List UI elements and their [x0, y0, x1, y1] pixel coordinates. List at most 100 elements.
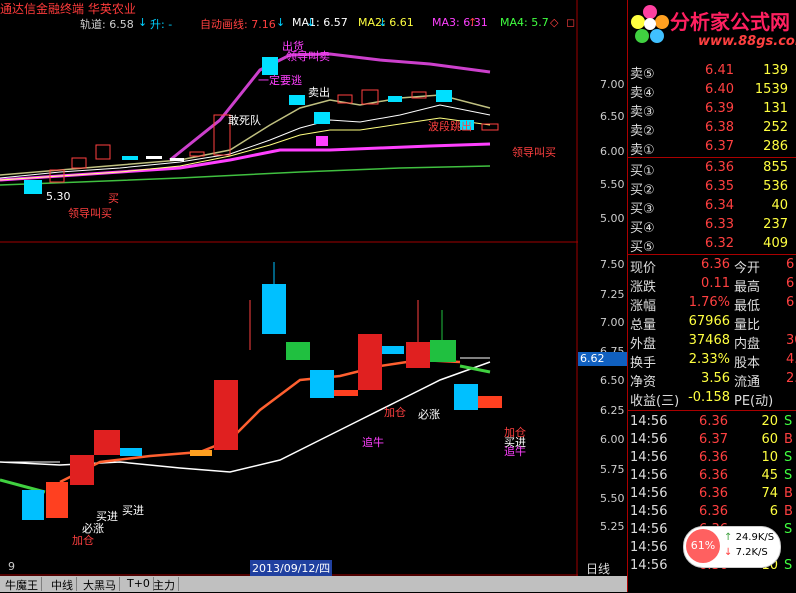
- trade-volume: 10: [761, 450, 778, 465]
- quote-row: 总量 67966 量比: [628, 313, 796, 333]
- buy-row[interactable]: 买① 6.36 855: [628, 159, 796, 179]
- quote-value: 1.76%: [688, 295, 730, 310]
- quote-label2: 内盘: [734, 337, 761, 352]
- net-up: ↑ 24.9K/S: [724, 532, 774, 543]
- buy-row[interactable]: 买② 6.35 536: [628, 178, 796, 198]
- tab-niumowang[interactable]: 牛魔王: [2, 577, 42, 592]
- quote-label2: 股本: [734, 356, 761, 371]
- trade-time: 14:56: [630, 504, 668, 519]
- y-tick-lower: 5.75: [600, 463, 625, 476]
- quote-value2: 6: [786, 295, 795, 310]
- tab-daheima[interactable]: 大黑马: [80, 577, 120, 592]
- sell-price: 6.38: [705, 120, 734, 135]
- buy-label: 买③: [630, 202, 655, 217]
- annotation-sell-out: 卖出: [308, 86, 330, 99]
- logo-text: 分析家公式网: [670, 10, 790, 34]
- sell-price: 6.39: [705, 101, 734, 116]
- bottom-tab-bar: 牛魔王 中线 大黑马 T+0 主力: [0, 576, 627, 592]
- trade-time: 14:56: [630, 450, 668, 465]
- sell-row[interactable]: 卖③ 6.39 131: [628, 100, 796, 120]
- annotation-add-pos: 加仓: [384, 406, 406, 419]
- tab-zhongxian[interactable]: 中线: [48, 577, 77, 592]
- annotation-must-escape: 一定要逃: [258, 74, 302, 87]
- quote-value: 67966: [688, 314, 730, 329]
- sell-price: 6.40: [705, 82, 734, 97]
- y-tick-lower: 6.00: [600, 433, 625, 446]
- annotation-buy-in3: 买进: [122, 504, 144, 517]
- sell-label: 卖⑤: [630, 67, 655, 82]
- annotation-lead-buy2: 领导叫买: [68, 207, 112, 220]
- kline-chart-area[interactable]: 通达信金融终端 华英农业 轨道: 6.58 ↓ 升: - 自动画线: 7.16 ↓ MA1…: [0, 0, 628, 576]
- y-tick-upper: 5.50: [600, 178, 625, 191]
- quote-row: 外盘 37468 内盘 30: [628, 332, 796, 352]
- trade-time: 14:56: [630, 468, 668, 483]
- quote-row: 净资 3.56 流通 2.9: [628, 370, 796, 390]
- trade-price: 6.36: [699, 468, 728, 483]
- quote-value: 37468: [688, 333, 730, 348]
- annotation-must-rise: 必涨: [418, 408, 440, 421]
- divider: [628, 410, 796, 411]
- sell-price: 6.37: [705, 139, 734, 154]
- y-tick-upper: 6.00: [600, 145, 625, 158]
- trade-side: B: [784, 432, 793, 447]
- buy-row[interactable]: 买③ 6.34 40: [628, 197, 796, 217]
- sell-volume: 139: [763, 63, 788, 78]
- y-tick-upper: 7.00: [600, 78, 625, 91]
- buy-volume: 536: [763, 179, 788, 194]
- trade-volume: 74: [761, 486, 778, 501]
- trade-time: 14:56: [630, 522, 668, 537]
- quote-label2: 最高: [734, 280, 761, 295]
- buy-row[interactable]: 买⑤ 6.32 409: [628, 235, 796, 255]
- buy-price: 6.33: [705, 217, 734, 232]
- trade-side: S: [784, 468, 793, 483]
- quote-label2: 今开: [734, 261, 761, 276]
- annotation-chase2: 追牛: [504, 445, 526, 458]
- quote-value: 0.11: [701, 276, 730, 291]
- sell-row[interactable]: 卖② 6.38 252: [628, 119, 796, 139]
- y-tick-lower: 7.00: [600, 316, 625, 329]
- quote-label: 现价: [630, 261, 657, 276]
- trade-side: B: [784, 486, 793, 501]
- buy-row[interactable]: 买④ 6.33 237: [628, 216, 796, 236]
- tab-zhuli[interactable]: 主力: [150, 577, 179, 592]
- sell-volume: 252: [763, 120, 788, 135]
- quote-value2: 6: [786, 257, 795, 272]
- annotation-buy: 买: [108, 192, 119, 205]
- net-percent: 61%: [686, 529, 720, 563]
- lower-candles: [22, 262, 502, 520]
- trade-row: 14:56 6.36 74 B: [628, 485, 796, 503]
- y-tick-lower: 5.25: [600, 520, 625, 533]
- y-tick-upper: 5.00: [600, 212, 625, 225]
- buy-label: 买⑤: [630, 240, 655, 255]
- annotation-lead-sell: 领导叫卖: [286, 50, 330, 63]
- sell-volume: 131: [763, 101, 788, 116]
- quote-label: 净资: [630, 375, 657, 390]
- ma2-line: [0, 94, 491, 176]
- trade-price: 6.36: [699, 504, 728, 519]
- quote-row: 收益(三) -0.158 PE(动): [628, 389, 796, 409]
- trade-time: 14:56: [630, 432, 668, 447]
- sell-row[interactable]: 卖① 6.37 286: [628, 138, 796, 158]
- quote-label: 总量: [630, 318, 657, 333]
- flower-logo-icon: [631, 5, 669, 43]
- trade-volume: 20: [761, 414, 778, 429]
- trade-side: S: [784, 450, 793, 465]
- trade-price: 6.36: [699, 414, 728, 429]
- annotation-lead-buy: 领导叫买: [512, 146, 556, 159]
- sell-label: 卖③: [630, 105, 655, 120]
- current-price-tag: 6.62: [578, 352, 628, 366]
- buy-price: 6.36: [705, 160, 734, 175]
- trade-volume: 6: [769, 504, 778, 519]
- annotation-die-team: 敢死队: [228, 114, 261, 127]
- quote-row: 现价 6.36 今开 6: [628, 256, 796, 276]
- trade-side: S: [784, 522, 793, 537]
- y-tick-lower: 6.25: [600, 404, 625, 417]
- sell-row[interactable]: 卖④ 6.40 1539: [628, 81, 796, 101]
- sell-label: 卖②: [630, 124, 655, 139]
- buy-label: 买④: [630, 221, 655, 236]
- sell-price: 6.41: [705, 63, 734, 78]
- sell-row[interactable]: 卖⑤ 6.41 139: [628, 62, 796, 82]
- network-speed-widget[interactable]: 61% ↑ 24.9K/S ↓ 7.2K/S: [683, 526, 781, 568]
- period-label[interactable]: 日线: [586, 560, 610, 577]
- trade-volume: 60: [761, 432, 778, 447]
